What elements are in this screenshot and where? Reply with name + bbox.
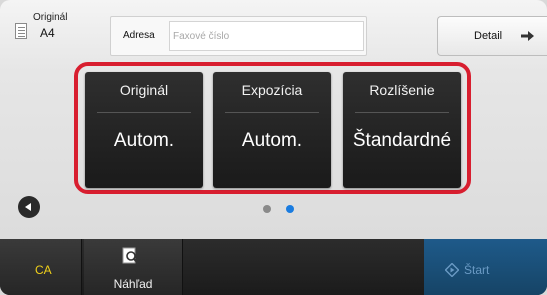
tile-exposure[interactable]: Expozícia Autom. [213, 72, 331, 188]
start-button[interactable]: Štart [424, 239, 547, 295]
start-label: Štart [464, 263, 490, 277]
ca-label: CA [35, 263, 52, 277]
tile-divider [355, 112, 449, 113]
fax-screen: Originál A4 Adresa Detail Originál Autom… [0, 0, 547, 295]
settings-panel: Originál Autom. Expozícia Autom. Rozlíše… [74, 62, 471, 194]
ca-button[interactable]: CA [0, 239, 82, 295]
document-icon [15, 23, 27, 39]
preview-button[interactable]: Náhľad [84, 239, 183, 295]
tile-exposure-value: Autom. [241, 130, 303, 151]
tile-original-value: Autom. [113, 130, 175, 151]
tile-resolution[interactable]: Rozlíšenie Štandardné [343, 72, 461, 188]
tile-resolution-header: Rozlíšenie [369, 82, 435, 98]
detail-label: Detail [474, 30, 503, 42]
page-dot-2[interactable] [286, 205, 294, 213]
page-dot-1[interactable] [263, 205, 271, 213]
arrow-right-icon [521, 31, 534, 41]
tile-original[interactable]: Originál Autom. [85, 72, 203, 188]
bottom-bar: CA Náhľad Štart [0, 239, 547, 295]
start-icon [445, 263, 459, 277]
tile-exposure-header: Expozícia [241, 82, 303, 98]
tile-original-header: Originál [119, 82, 169, 98]
original-size: A4 [40, 26, 55, 40]
original-size-indicator[interactable]: Originál A4 [10, 10, 80, 50]
preview-icon [122, 247, 139, 264]
original-label: Originál [33, 12, 68, 23]
back-arrow-icon[interactable] [18, 196, 40, 218]
address-label: Adresa [123, 30, 155, 41]
address-bar: Adresa [110, 16, 367, 56]
preview-label: Náhľad [113, 277, 153, 291]
tile-resolution-value: Štandardné [352, 130, 452, 151]
tile-divider [97, 112, 191, 113]
fax-number-input[interactable] [169, 21, 364, 51]
tile-divider [225, 112, 319, 113]
detail-button[interactable]: Detail [437, 16, 547, 56]
main-area: Originál A4 Adresa Detail Originál Autom… [0, 0, 547, 239]
